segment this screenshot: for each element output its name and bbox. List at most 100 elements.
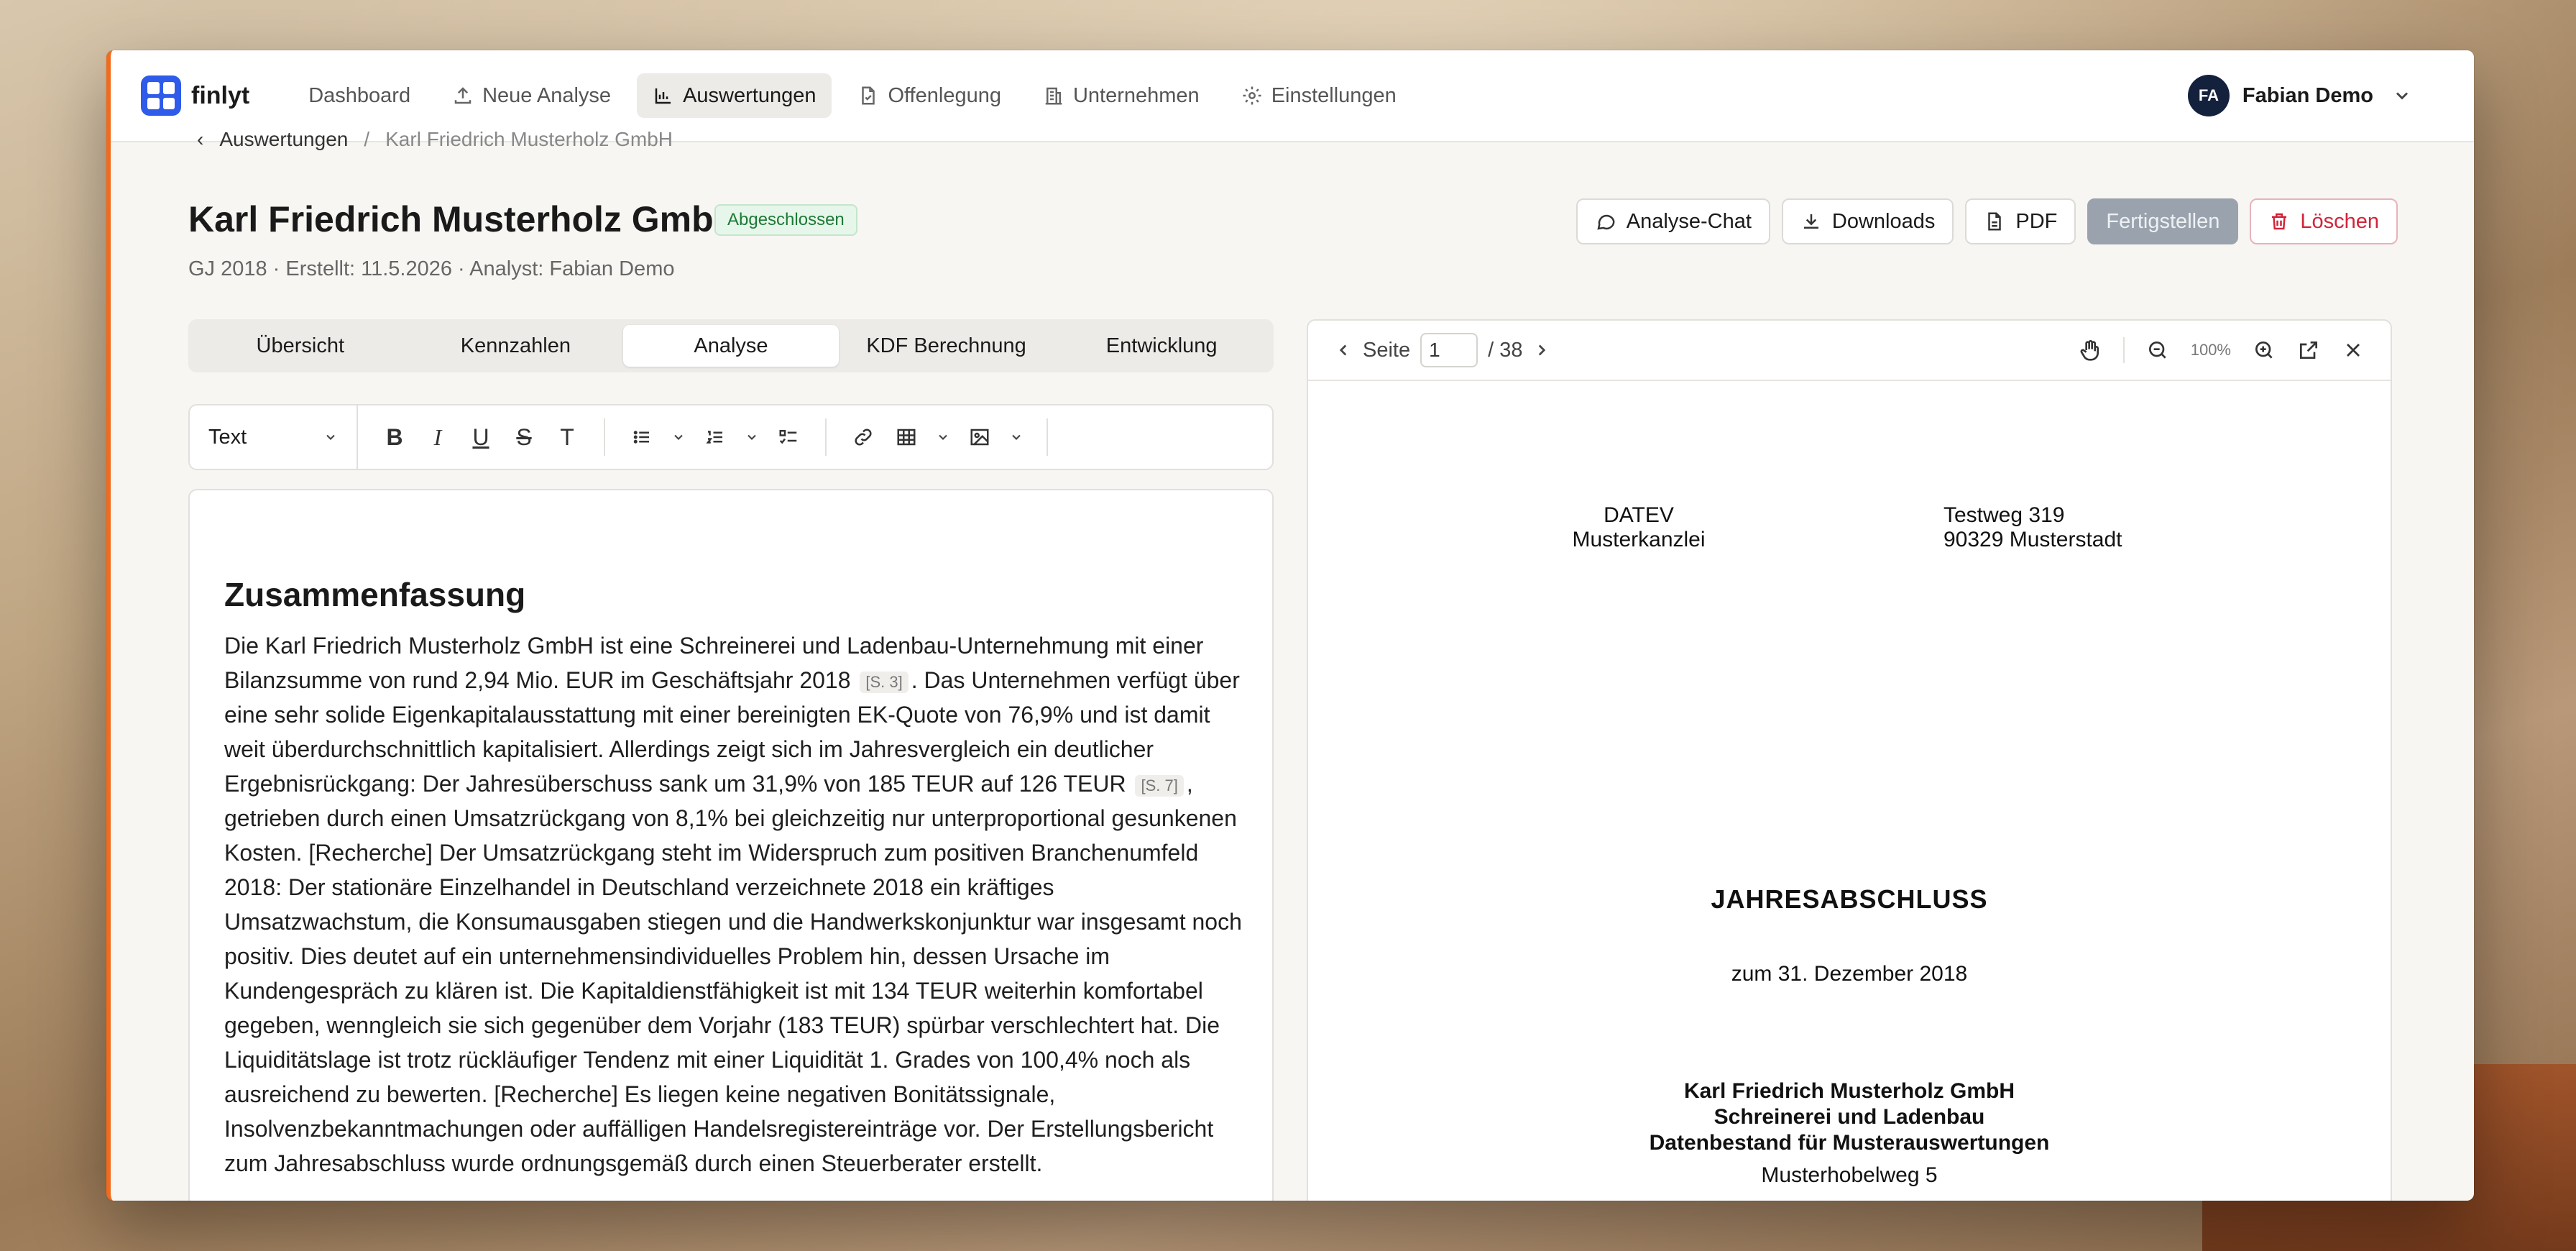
doc-title: JAHRESABSCHLUSS bbox=[1711, 884, 1988, 914]
doc-text: Musterkanzlei bbox=[1572, 528, 1706, 551]
delete-button[interactable]: Löschen bbox=[2250, 198, 2398, 244]
page-total: / 38 bbox=[1488, 338, 1523, 362]
chevron-down-icon bbox=[2396, 92, 2409, 100]
user-menu[interactable]: FA Fabian Demo bbox=[2187, 75, 2412, 116]
block-type-select[interactable]: Text bbox=[190, 405, 358, 469]
viewer-toolbar: Seite / 38 100% bbox=[1308, 321, 2391, 381]
page-number-input[interactable] bbox=[1420, 333, 1478, 367]
chevron-right-icon[interactable] bbox=[1532, 341, 1551, 359]
list-group bbox=[605, 418, 827, 456]
tab-entwicklung[interactable]: Entwicklung bbox=[1054, 325, 1269, 367]
ordered-list-icon[interactable] bbox=[702, 423, 729, 451]
doc-text: Testweg 319 bbox=[1944, 503, 2065, 527]
tab-uebersicht[interactable]: Übersicht bbox=[193, 325, 408, 367]
doc-sender: DATEV Musterkanzlei bbox=[1545, 503, 1732, 552]
analyse-chat-button[interactable]: Analyse-Chat bbox=[1576, 198, 1770, 244]
chevron-left-icon[interactable]: ‹ bbox=[197, 128, 203, 151]
summary-paragraph[interactable]: Die Karl Friedrich Musterholz GmbH ist e… bbox=[224, 628, 1245, 1181]
zoom-in-icon[interactable] bbox=[2253, 339, 2276, 362]
tab-kennzahlen[interactable]: Kennzahlen bbox=[408, 325, 624, 367]
task-list-icon[interactable] bbox=[775, 423, 802, 451]
tab-kdf-berechnung[interactable]: KDF Berechnung bbox=[839, 325, 1054, 367]
trash-icon bbox=[2272, 213, 2287, 230]
section-heading: Zusammenfassung bbox=[224, 576, 526, 613]
button-label: PDF bbox=[2015, 209, 2058, 233]
close-icon[interactable] bbox=[2342, 339, 2365, 362]
editor-content[interactable]: Zusammenfassung Die Karl Friedrich Muste… bbox=[188, 489, 1274, 1201]
zoom-out-icon[interactable] bbox=[2146, 339, 2169, 362]
link-icon[interactable] bbox=[850, 423, 877, 451]
main-nav: Dashboard Neue Analyse Auswertungen Offe… bbox=[293, 73, 1412, 118]
breadcrumb-parent[interactable]: Auswertungen bbox=[219, 128, 348, 151]
hand-icon[interactable] bbox=[2079, 339, 2102, 362]
chevron-down-icon[interactable] bbox=[745, 430, 759, 444]
avatar: FA bbox=[2187, 75, 2230, 116]
nav-item-label: Unternehmen bbox=[1072, 83, 1200, 107]
clear-format-icon[interactable]: T bbox=[553, 423, 581, 451]
chevron-left-icon[interactable] bbox=[1334, 341, 1353, 359]
button-label: Downloads bbox=[1831, 209, 1936, 233]
app-window: finlyt Dashboard Neue Analyse Auswertung… bbox=[106, 50, 2474, 1201]
breadcrumb: ‹ Auswertungen / Karl Friedrich Musterho… bbox=[197, 128, 673, 151]
status-badge: Abgeschlossen bbox=[714, 204, 857, 236]
bullet-list-icon[interactable] bbox=[628, 423, 656, 451]
gear-icon bbox=[1243, 86, 1261, 105]
fertigstellen-button[interactable]: Fertigstellen bbox=[2087, 198, 2239, 244]
viewer-controls: 100% bbox=[2079, 321, 2365, 380]
nav-item-label: Dashboard bbox=[308, 83, 411, 107]
nav-item-label: Auswertungen bbox=[683, 83, 816, 107]
chevron-down-icon[interactable] bbox=[1009, 430, 1024, 444]
pdf-button[interactable]: PDF bbox=[1965, 198, 2076, 244]
button-label: Analyse-Chat bbox=[1626, 209, 1752, 233]
upload-icon bbox=[454, 87, 472, 104]
doc-text: 90329 Musterstadt bbox=[1944, 528, 2122, 551]
nav-item-neue-analyse[interactable]: Neue Analyse bbox=[436, 73, 627, 118]
downloads-button[interactable]: Downloads bbox=[1781, 198, 1954, 244]
doc-text: Karl Friedrich Musterholz GmbH bbox=[1683, 1079, 2015, 1103]
file-icon bbox=[862, 86, 875, 105]
building-icon bbox=[1045, 87, 1062, 105]
doc-street: Musterhobelweg 5 bbox=[1761, 1163, 1938, 1187]
doc-company: Karl Friedrich Musterholz GmbH Schreiner… bbox=[1308, 1078, 2391, 1156]
pdf-viewer: Seite / 38 100% DATEV Musterkanzlei bbox=[1307, 319, 2392, 1201]
button-label: Fertigstellen bbox=[2106, 209, 2220, 233]
doc-sender-address: Testweg 319 90329 Musterstadt bbox=[1944, 503, 2122, 552]
image-icon[interactable] bbox=[966, 423, 993, 451]
page-title: Karl Friedrich Musterholz GmbH bbox=[188, 199, 740, 239]
zoom-level: 100% bbox=[2190, 341, 2231, 359]
logo[interactable]: finlyt bbox=[141, 75, 249, 116]
header-actions: Analyse-Chat Downloads PDF Fertigstellen… bbox=[1576, 198, 2398, 244]
nav-item-dashboard[interactable]: Dashboard bbox=[293, 73, 426, 118]
nav-item-einstellungen[interactable]: Einstellungen bbox=[1225, 73, 1412, 118]
nav-item-auswertungen[interactable]: Auswertungen bbox=[637, 73, 832, 118]
divider bbox=[2122, 337, 2125, 363]
breadcrumb-current: Karl Friedrich Musterholz GmbH bbox=[385, 128, 673, 150]
insert-group bbox=[827, 418, 1048, 456]
user-name: Fabian Demo bbox=[2242, 83, 2373, 107]
bold-icon[interactable]: B bbox=[381, 423, 408, 451]
doc-text: Datenbestand für Musterauswertungen bbox=[1649, 1131, 2050, 1155]
strikethrough-icon[interactable]: S bbox=[510, 423, 538, 451]
chevron-down-icon bbox=[326, 434, 335, 440]
tab-analyse[interactable]: Analyse bbox=[623, 325, 839, 367]
table-icon[interactable] bbox=[893, 423, 920, 451]
document-icon bbox=[1988, 212, 2002, 231]
doc-text: Schreinerei und Ladenbau bbox=[1714, 1105, 1985, 1129]
bar-chart-icon bbox=[655, 88, 671, 104]
logo-icon bbox=[141, 75, 181, 116]
editor-toolbar: Text B I U S T bbox=[188, 404, 1274, 470]
chevron-down-icon[interactable] bbox=[936, 430, 950, 444]
page-reference[interactable]: [S. 3] bbox=[860, 671, 908, 693]
nav-item-unternehmen[interactable]: Unternehmen bbox=[1027, 73, 1215, 118]
chat-icon bbox=[1597, 214, 1615, 230]
nav-item-offenlegung[interactable]: Offenlegung bbox=[842, 73, 1017, 118]
external-link-icon[interactable] bbox=[2297, 339, 2320, 362]
doc-text: DATEV bbox=[1604, 503, 1674, 527]
chevron-down-icon[interactable] bbox=[671, 430, 686, 444]
nav-item-label: Neue Analyse bbox=[482, 83, 612, 107]
download-icon bbox=[1803, 214, 1818, 229]
italic-icon[interactable]: I bbox=[424, 423, 451, 451]
pdf-page: DATEV Musterkanzlei Testweg 319 90329 Mu… bbox=[1308, 381, 2391, 1201]
underline-icon[interactable]: U bbox=[467, 423, 494, 451]
page-reference[interactable]: [S. 7] bbox=[1135, 774, 1184, 797]
